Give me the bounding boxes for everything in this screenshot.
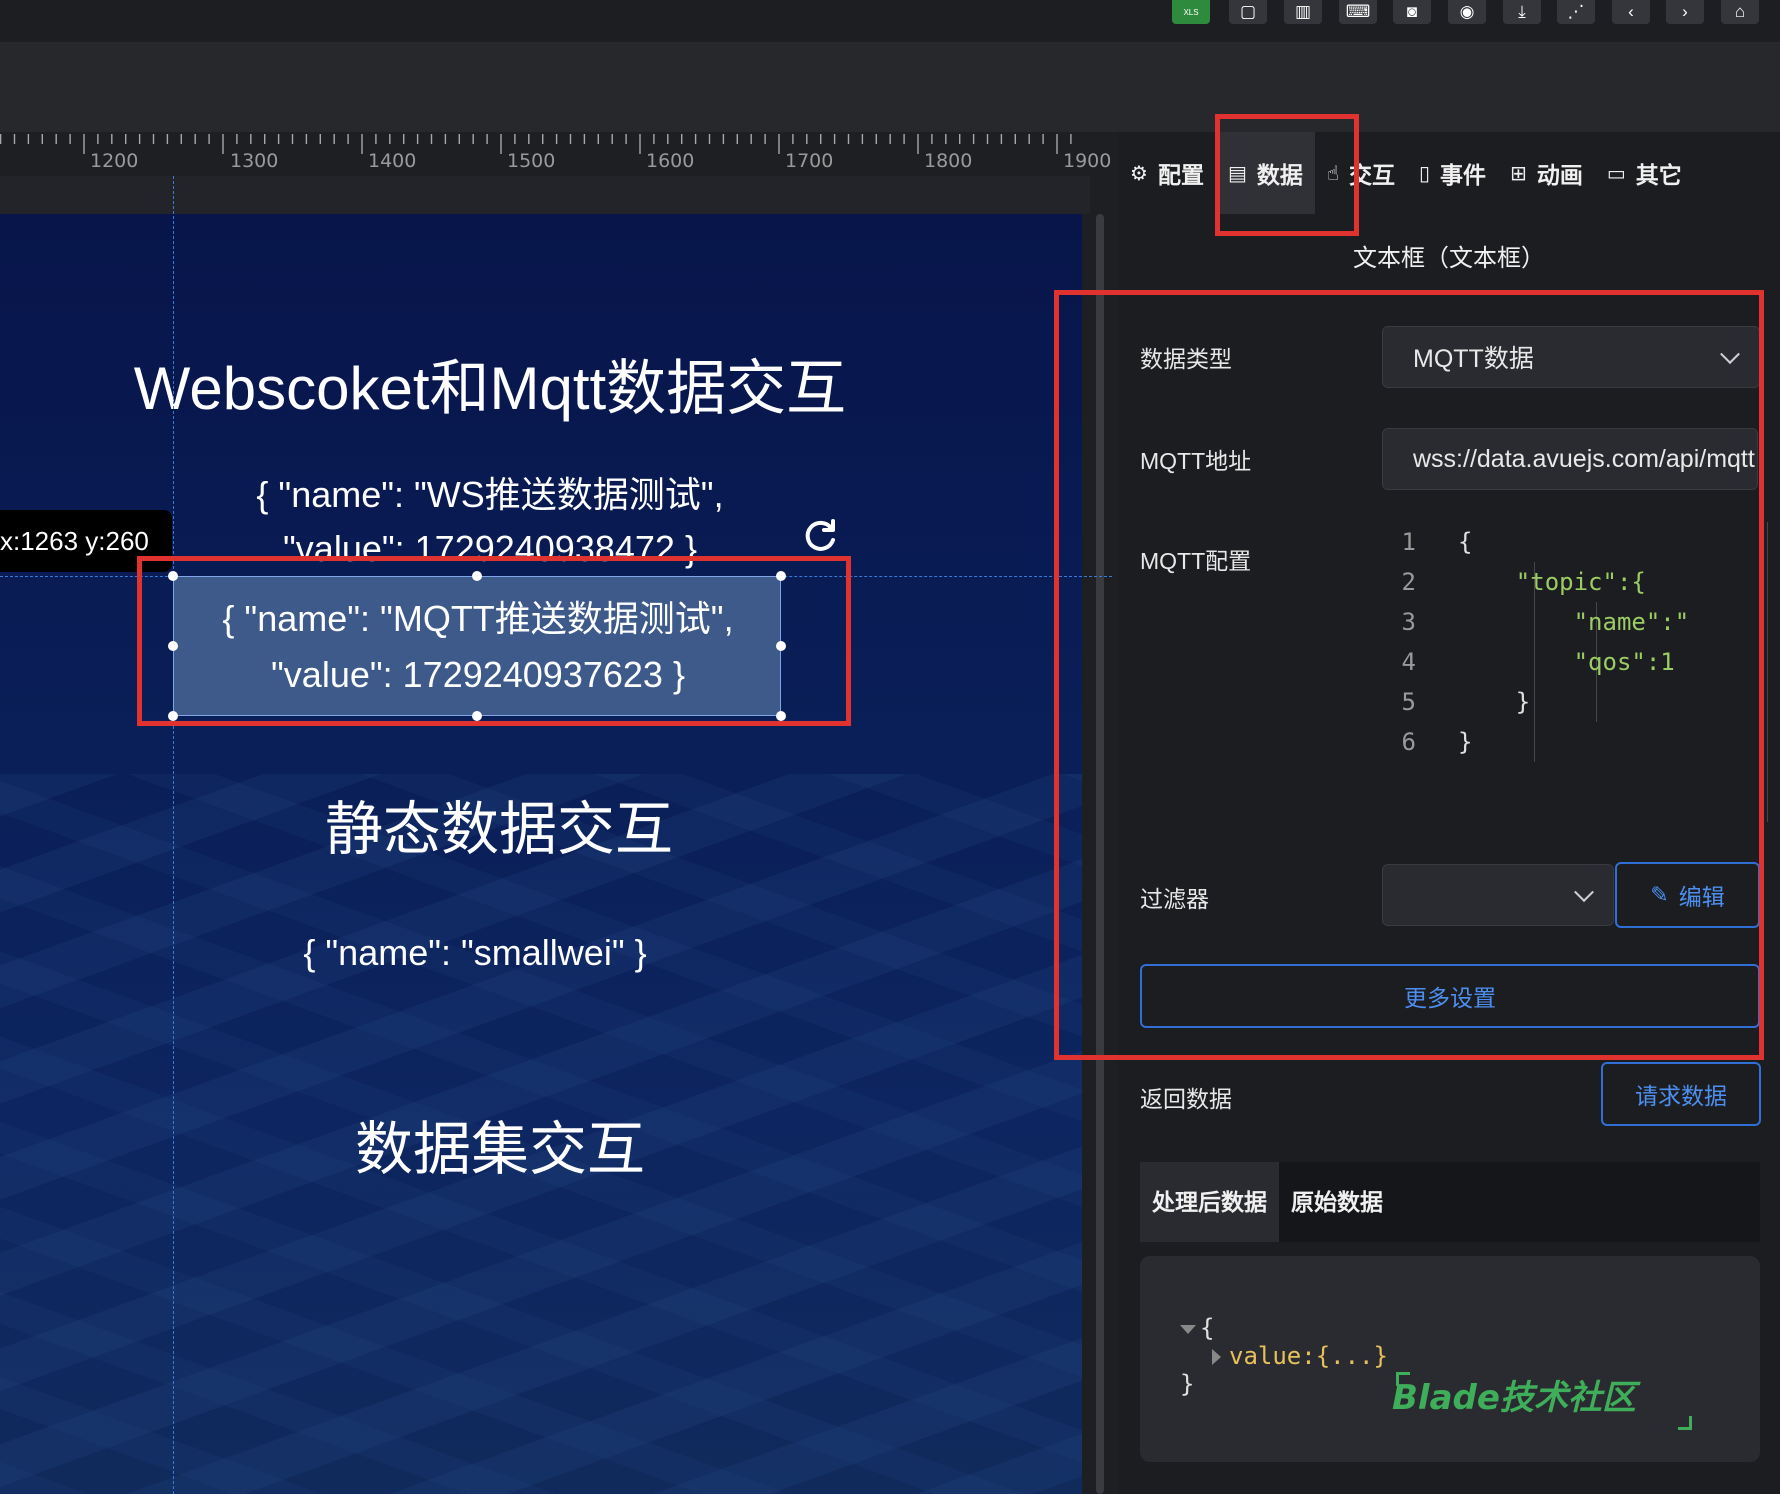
square-icon[interactable]: ▢ (1229, 0, 1267, 24)
highlight-selected-box (137, 556, 851, 726)
collapse-arrow-icon[interactable] (1180, 1324, 1196, 1334)
xls-icon[interactable]: XLS (1172, 0, 1210, 24)
canvas-title-dataset[interactable]: 数据集交互 (0, 1102, 1000, 1186)
ruler-label: 1900 (1063, 150, 1112, 172)
ruler-label: 1300 (230, 150, 279, 172)
gear-icon: ⚙ (1130, 162, 1148, 185)
home-icon[interactable]: ⌂ (1721, 0, 1759, 24)
tab-config[interactable]: ⚙ 配置 (1118, 132, 1216, 214)
canvas-title-ws-mqtt[interactable]: Webscoket和Mqtt数据交互 (0, 340, 980, 427)
keyboard-icon[interactable]: ⌨ (1339, 0, 1377, 24)
horizontal-ruler: 1200 1300 1400 1500 1600 1700 1800 1900 (0, 132, 1118, 176)
eye-icon[interactable]: ◉ (1448, 0, 1486, 24)
rotate-icon[interactable] (800, 516, 840, 556)
ruler-label: 1700 (785, 150, 834, 172)
result-json-viewer: { value:{...} } (1140, 1256, 1760, 1462)
download-icon[interactable]: ⤓ (1503, 0, 1541, 24)
return-data-label: 返回数据 (1140, 1086, 1232, 1112)
tab-other[interactable]: ▭ 其它 (1595, 132, 1694, 214)
json-open[interactable]: { (1180, 1314, 1214, 1342)
sub-toolbar (0, 42, 1780, 132)
canvas-title-static[interactable]: 静态数据交互 (0, 782, 998, 866)
forward-icon[interactable]: › (1666, 0, 1704, 24)
tab-label: 其它 (1635, 162, 1682, 188)
ruler-label: 1200 (90, 150, 139, 172)
ruler-label: 1500 (507, 150, 556, 172)
mouse-icon: ▯ (1419, 162, 1431, 185)
back-icon[interactable]: ‹ (1612, 0, 1650, 24)
tab-label: 事件 (1440, 162, 1487, 188)
expand-arrow-icon[interactable] (1212, 1349, 1221, 1365)
highlight-data-tab (1215, 114, 1359, 236)
ruler-strip (0, 176, 1090, 214)
request-data-label: 请求数据 (1635, 1083, 1727, 1109)
tab-label: 动画 (1536, 162, 1583, 188)
result-tabs: 处理后数据 原始数据 (1140, 1162, 1760, 1242)
request-data-button[interactable]: 请求数据 (1601, 1062, 1761, 1126)
json-value: {...} (1315, 1342, 1388, 1370)
tab-raw-data[interactable]: 原始数据 (1279, 1162, 1395, 1242)
json-row[interactable]: value:{...} (1212, 1342, 1388, 1370)
xls-label: XLS (1183, 7, 1199, 17)
share-icon[interactable]: ⋰ (1557, 0, 1595, 24)
tab-events[interactable]: ▯ 事件 (1407, 132, 1498, 214)
editor-border (1767, 522, 1768, 822)
folder-icon: ▭ (1606, 162, 1626, 185)
top-toolbar: XLS ▢ ▥ ⌨ ◙ ◉ ⤓ ⋰ ‹ › ⌂ (0, 0, 1780, 42)
ruler-label: 1400 (368, 150, 417, 172)
grid-icon: ⊞ (1510, 162, 1527, 185)
json-brace: { (1200, 1314, 1215, 1342)
trash-icon[interactable]: ▥ (1284, 0, 1322, 24)
json-key: value: (1229, 1342, 1316, 1370)
watermark-text: Blade技术社区 (1392, 1378, 1636, 1418)
watermark-corner (1678, 1416, 1692, 1430)
tab-animation[interactable]: ⊞ 动画 (1498, 132, 1595, 214)
json-close: } (1180, 1370, 1195, 1398)
highlight-data-settings (1054, 290, 1764, 1060)
tab-label: 配置 (1157, 162, 1204, 188)
camera-icon[interactable]: ◙ (1393, 0, 1431, 24)
ruler-label: 1800 (924, 150, 973, 172)
tab-processed-data[interactable]: 处理后数据 (1140, 1162, 1279, 1242)
ruler-label: 1600 (646, 150, 695, 172)
static-data-text[interactable]: { "name": "smallwei" } (0, 932, 950, 974)
